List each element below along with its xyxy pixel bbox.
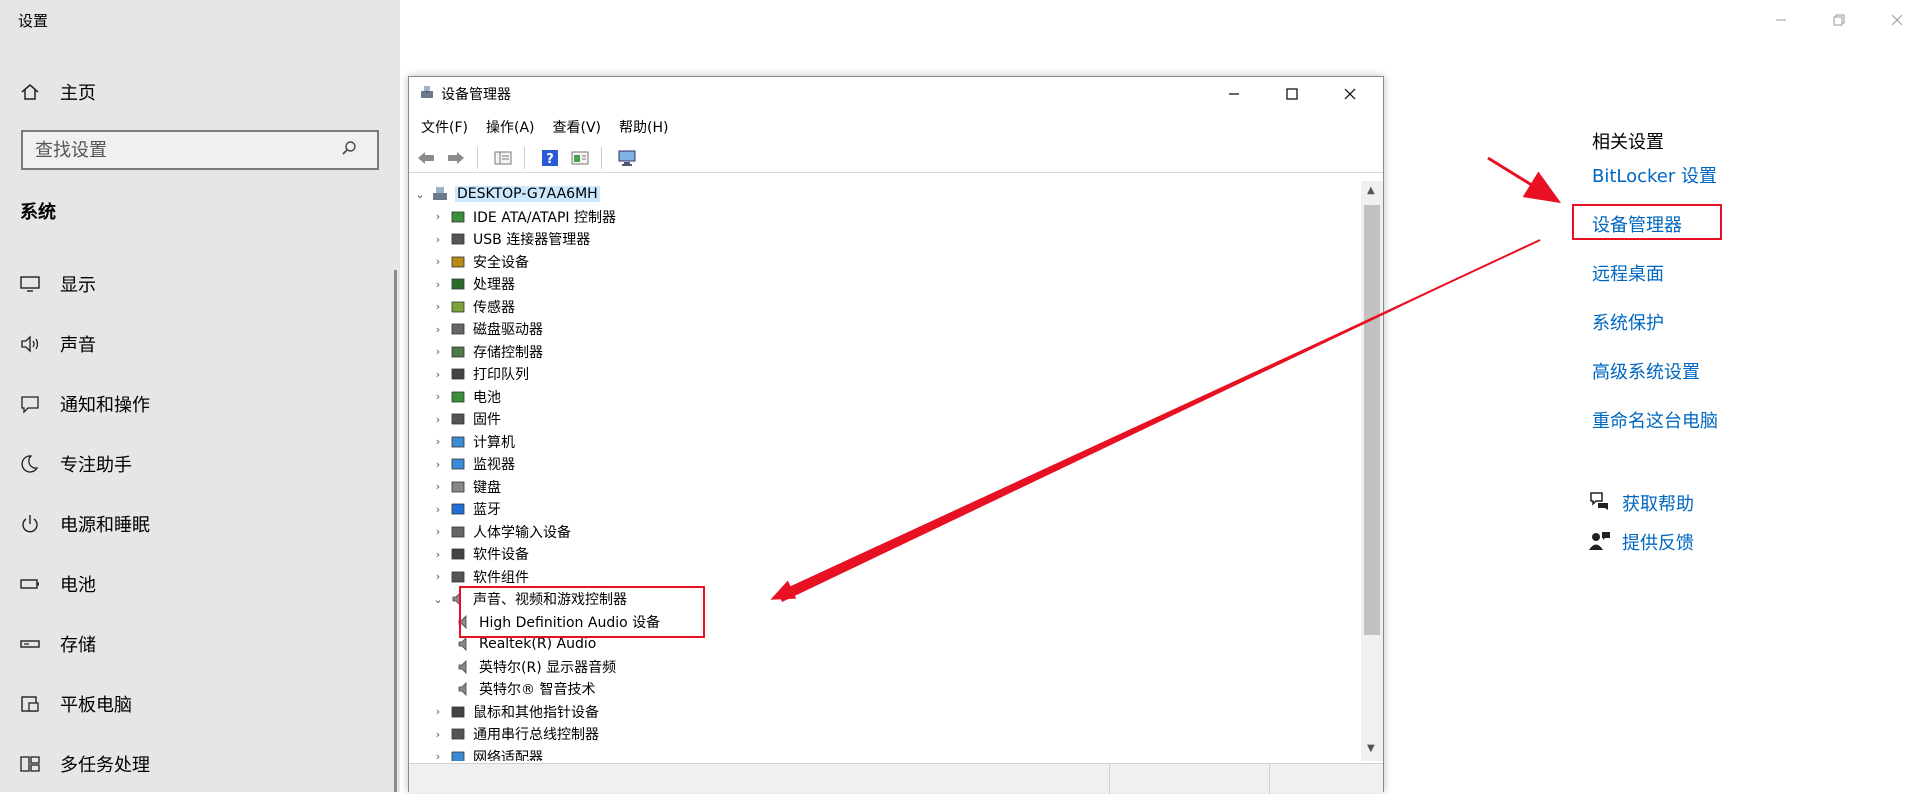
arrow-to-device-manager xyxy=(1487,156,1562,204)
annotation-arrows xyxy=(770,156,1562,602)
arrow-to-audio-category-body xyxy=(778,240,1540,602)
